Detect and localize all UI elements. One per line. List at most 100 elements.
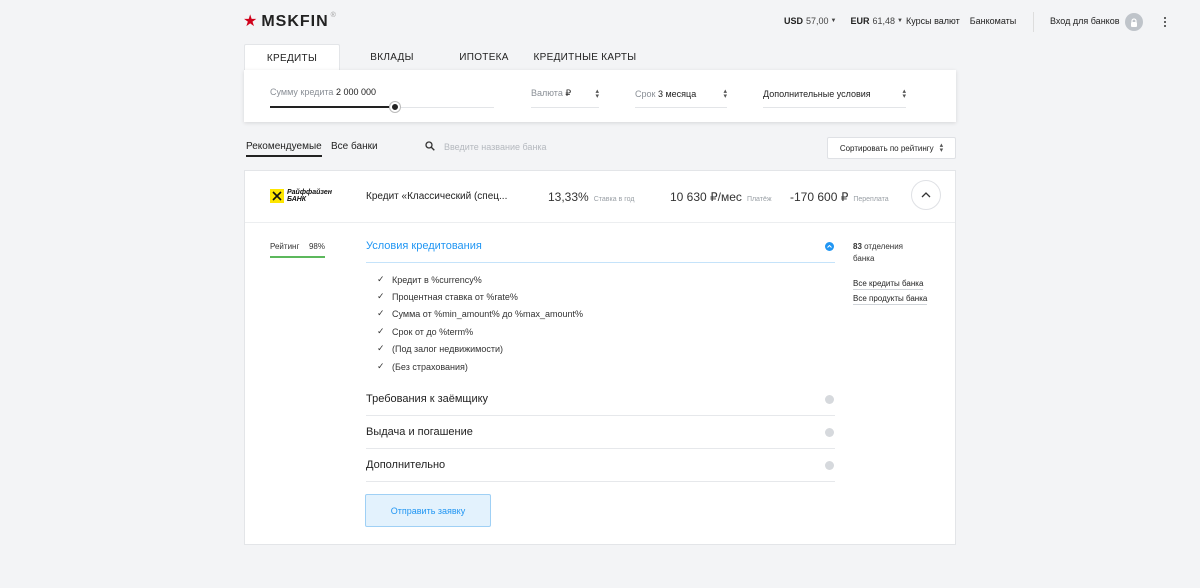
up-down-icon: ▴ ▾ bbox=[902, 87, 906, 100]
amount-slider-handle[interactable] bbox=[390, 102, 400, 112]
condition-item: ✓ Сумма от %min_amount% до %max_amount% bbox=[377, 308, 583, 319]
payment-value: 10 630 ₽/мес bbox=[670, 190, 742, 204]
tab-all-banks[interactable]: Все банки bbox=[331, 141, 378, 152]
section-divider bbox=[366, 481, 835, 482]
check-icon: ✓ bbox=[377, 274, 385, 284]
rate-usd[interactable]: USD 57,00 ▼ bbox=[784, 16, 837, 26]
check-icon: ✓ bbox=[377, 361, 385, 371]
bank-logo: Райффайзен БАНК bbox=[270, 189, 332, 203]
conditions-divider bbox=[366, 262, 835, 263]
all-products-link[interactable]: Все продукты банка bbox=[853, 294, 928, 305]
bank-logo-line2: БАНК bbox=[287, 196, 307, 203]
branches-count: 83 bbox=[853, 242, 862, 251]
extra-conditions-select[interactable]: Дополнительные условия ▴ ▾ bbox=[763, 84, 906, 108]
check-icon: ✓ bbox=[377, 291, 385, 301]
rate-usd-value: 57,00 bbox=[806, 16, 829, 26]
up-down-icon: ▴ ▾ bbox=[939, 142, 944, 154]
rate-eur[interactable]: EUR 61,48 ▼ bbox=[851, 16, 904, 26]
all-credits-link[interactable]: Все кредиты банка bbox=[853, 279, 924, 290]
tab-deposits[interactable]: ВКЛАДЫ bbox=[340, 44, 444, 71]
condition-item: ✓ (Без страхования) bbox=[377, 361, 468, 372]
check-icon: ✓ bbox=[377, 326, 385, 336]
branches-label-1: отделения bbox=[864, 242, 903, 251]
rate-metric: 13,33% Ставка в год bbox=[548, 190, 634, 204]
more-menu-icon[interactable] bbox=[1161, 13, 1169, 31]
chevron-up-icon[interactable] bbox=[825, 242, 834, 251]
tab-recommended[interactable]: Рекомендуемые bbox=[246, 141, 322, 157]
bank-login-link[interactable]: Вход для банков bbox=[1050, 16, 1120, 26]
amount-field[interactable]: Сумму кредита 2 000 000 bbox=[270, 87, 376, 97]
overpay-label: Переплата bbox=[853, 196, 889, 203]
amount-value: 2 000 000 bbox=[335, 87, 376, 97]
condition-item: ✓ Процентная ставка от %rate% bbox=[377, 291, 518, 302]
star-icon: ★ bbox=[243, 13, 258, 30]
additional-section-title[interactable]: Дополнительно bbox=[366, 459, 445, 471]
product-tabs: КРЕДИТЫ ВКЛАДЫ ИПОТЕКА КРЕДИТНЫЕ КАРТЫ bbox=[244, 44, 646, 71]
site-logo[interactable]: ★ MSKFIN ® bbox=[243, 11, 336, 31]
sort-select[interactable]: Сортировать по рейтингу ▴ ▾ bbox=[827, 137, 956, 159]
logo-text: MSKFIN bbox=[261, 13, 329, 30]
credit-name[interactable]: Кредит «Классический (спец... bbox=[366, 191, 507, 202]
rating-label: Рейтинг bbox=[270, 242, 300, 251]
rate-label: Ставка в год bbox=[593, 196, 635, 203]
condition-text: Кредит в %currency% bbox=[392, 274, 482, 285]
section-divider bbox=[366, 415, 835, 416]
check-icon: ✓ bbox=[377, 343, 385, 353]
tab-mortgage[interactable]: ИПОТЕКА bbox=[444, 44, 524, 71]
issuance-section-title[interactable]: Выдача и погашение bbox=[366, 426, 473, 438]
term-label: Срок bbox=[635, 88, 656, 99]
branches-label-2: банка bbox=[853, 254, 875, 263]
exchange-rates-link[interactable]: Курсы валют bbox=[906, 16, 960, 26]
lock-icon[interactable] bbox=[1125, 13, 1143, 31]
rating-bar bbox=[270, 256, 325, 258]
requirements-section-title[interactable]: Требования к заёмщику bbox=[366, 393, 488, 405]
apply-button[interactable]: Отправить заявку bbox=[365, 494, 491, 527]
sort-label: Сортировать по рейтингу bbox=[839, 143, 934, 153]
currency-select[interactable]: Валюта ₽ ▴ ▾ bbox=[531, 84, 599, 108]
bank-rating: Рейтинг 98% bbox=[270, 242, 325, 251]
payment-metric: 10 630 ₽/мес Платёж bbox=[670, 190, 772, 204]
chevron-down-icon[interactable] bbox=[825, 395, 834, 404]
rating-value: 98% bbox=[308, 242, 325, 251]
currency-label: Валюта bbox=[531, 88, 563, 98]
logo-reg-mark: ® bbox=[330, 11, 336, 19]
overpay-value: -170 600 ₽ bbox=[790, 190, 849, 204]
offer-card: Райффайзен БАНК Кредит «Классический (сп… bbox=[244, 170, 956, 545]
condition-item: ✓ Кредит в %currency% bbox=[377, 274, 482, 285]
rate-eur-currency: EUR bbox=[850, 16, 870, 26]
term-select[interactable]: Срок 3 месяца ▴ ▾ bbox=[635, 84, 727, 108]
extra-conditions-label: Дополнительные условия bbox=[763, 88, 871, 99]
caret-down-icon: ▼ bbox=[897, 18, 903, 24]
payment-label: Платёж bbox=[746, 196, 772, 203]
tab-credits[interactable]: КРЕДИТЫ bbox=[244, 44, 340, 71]
caret-down-icon: ▼ bbox=[830, 18, 837, 24]
conditions-section-title[interactable]: Условия кредитования bbox=[366, 240, 482, 252]
rate-value: 13,33% bbox=[548, 190, 589, 204]
search-icon bbox=[425, 141, 435, 151]
rate-usd-currency: USD bbox=[784, 16, 804, 26]
atms-link[interactable]: Банкоматы bbox=[970, 16, 1017, 26]
section-divider bbox=[366, 448, 835, 449]
chevron-down-icon[interactable] bbox=[825, 428, 834, 437]
condition-text: Процентная ставка от %rate% bbox=[392, 291, 518, 302]
tab-credit-cards[interactable]: КРЕДИТНЫЕ КАРТЫ bbox=[524, 44, 646, 71]
bank-logo-line1: Райффайзен bbox=[287, 189, 332, 196]
header-divider bbox=[1033, 12, 1034, 32]
rate-eur-value: 61,48 bbox=[872, 16, 896, 26]
offer-header[interactable]: Райффайзен БАНК Кредит «Классический (сп… bbox=[245, 171, 955, 223]
check-icon: ✓ bbox=[377, 308, 385, 318]
condition-text: (Без страхования) bbox=[392, 361, 468, 372]
currency-value: ₽ bbox=[565, 88, 572, 98]
condition-item: ✓ Срок от до %term% bbox=[377, 326, 473, 337]
bank-logo-mark bbox=[270, 189, 284, 203]
up-down-icon: ▴ ▾ bbox=[723, 87, 727, 100]
currency-rates: USD 57,00 ▼ EUR 61,48 ▼ bbox=[784, 16, 917, 26]
condition-text: (Под залог недвижимости) bbox=[392, 343, 504, 354]
bank-search-input[interactable] bbox=[444, 139, 744, 155]
amount-slider-fill bbox=[270, 106, 395, 108]
chevron-down-icon[interactable] bbox=[825, 461, 834, 470]
amount-slider[interactable] bbox=[270, 102, 494, 112]
condition-text: Срок от до %term% bbox=[392, 326, 474, 337]
collapse-button[interactable] bbox=[911, 180, 941, 210]
condition-item: ✓ (Под залог недвижимости) bbox=[377, 343, 503, 354]
